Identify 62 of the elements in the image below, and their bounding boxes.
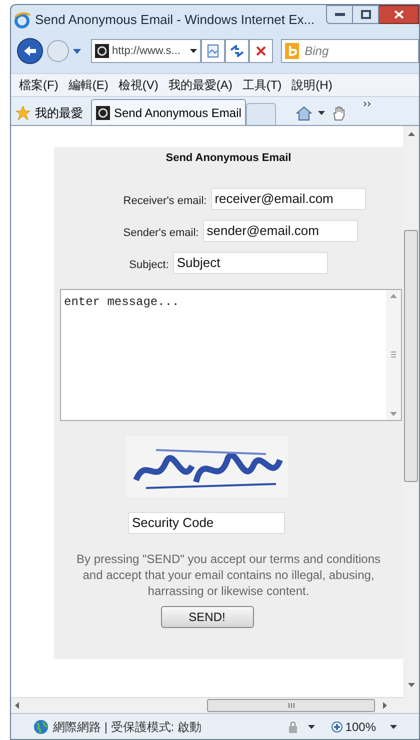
star-icon	[15, 105, 31, 121]
minimize-button[interactable]	[326, 5, 353, 24]
dropdown-icon[interactable]	[308, 724, 316, 728]
stop-button[interactable]	[249, 39, 273, 63]
field-label: Subject:	[129, 258, 169, 273]
form-heading: Send Anonymous Email	[166, 151, 292, 166]
favorites-button[interactable]: 我的最愛	[15, 101, 83, 125]
vertical-scrollbar-thumb[interactable]	[404, 230, 418, 482]
refresh-button[interactable]	[225, 39, 249, 63]
search-engine-icon	[285, 43, 299, 59]
horizontal-scrollbar-thumb[interactable]	[207, 699, 375, 712]
field-label: Receiver's email:	[123, 194, 207, 209]
home-icon[interactable]	[296, 105, 312, 121]
send-button[interactable]: SEND!	[160, 606, 254, 628]
scroll-up-icon[interactable]	[390, 294, 397, 298]
browser-logo-icon	[13, 11, 31, 29]
site-icon	[95, 44, 109, 58]
menu-item[interactable]: 檢視(V)	[118, 76, 158, 94]
globe-icon	[33, 718, 49, 734]
site-icon	[96, 106, 110, 120]
hand-icon[interactable]	[331, 105, 348, 121]
dropdown-icon[interactable]	[318, 111, 326, 115]
refresh-icon	[230, 45, 244, 57]
window-title: Send Anonymous Email - Windows Internet Ex...	[35, 11, 315, 30]
page-icon	[207, 44, 219, 58]
back-arrow-icon	[23, 45, 37, 57]
search-input[interactable]: Bing	[304, 42, 415, 60]
zoom-icon	[331, 720, 344, 732]
scroll-up-icon[interactable]	[408, 132, 414, 136]
menu-item[interactable]: 檔案(F)	[19, 76, 58, 94]
compatibility-button[interactable]	[201, 39, 225, 63]
close-icon	[256, 46, 266, 56]
menu-item[interactable]: 說明(H)	[292, 76, 332, 94]
address-field[interactable]: http://www.s...	[91, 39, 201, 63]
field-label: Sender's email:	[123, 226, 199, 241]
close-button[interactable]	[379, 5, 419, 24]
minimize-icon	[334, 12, 344, 16]
terms-notice: By pressing "SEND" you accept our terms and conditions and accept that your email contains no illegal, abusing, harrassing or likewise content.	[76, 550, 382, 598]
security-code-field[interactable]: Security Code	[128, 512, 285, 534]
dropdown-icon[interactable]	[390, 724, 397, 728]
browser-tab[interactable]: Send Anonymous Email	[91, 99, 246, 125]
zoom-button[interactable]: 100%	[331, 718, 376, 736]
maximize-icon	[360, 10, 370, 19]
more-icon[interactable]	[363, 101, 372, 107]
security-zone-text: 網際網路 | 受保護模式: 啟動	[53, 718, 202, 736]
back-button[interactable]	[17, 38, 43, 64]
menu-item[interactable]: 我的最愛(A)	[168, 76, 232, 94]
scroll-down-icon[interactable]	[390, 412, 397, 416]
scroll-grip-icon	[391, 351, 396, 358]
maximize-button[interactable]	[353, 5, 379, 24]
close-icon	[394, 10, 404, 19]
menu-item[interactable]: 工具(T)	[242, 76, 282, 94]
search-field[interactable]: Bing	[281, 39, 419, 63]
menu-item[interactable]: 編輯(E)	[68, 76, 108, 94]
scroll-left-icon[interactable]	[15, 702, 19, 709]
scroll-down-icon[interactable]	[408, 683, 414, 687]
subject-field[interactable]: Subject	[172, 252, 328, 274]
email-field[interactable]: sender@email.com	[202, 220, 358, 242]
email-field[interactable]: receiver@email.com	[210, 188, 366, 210]
dropdown-icon[interactable]	[190, 49, 197, 53]
scroll-right-icon[interactable]	[383, 702, 387, 709]
scroll-grip-icon	[288, 703, 294, 708]
